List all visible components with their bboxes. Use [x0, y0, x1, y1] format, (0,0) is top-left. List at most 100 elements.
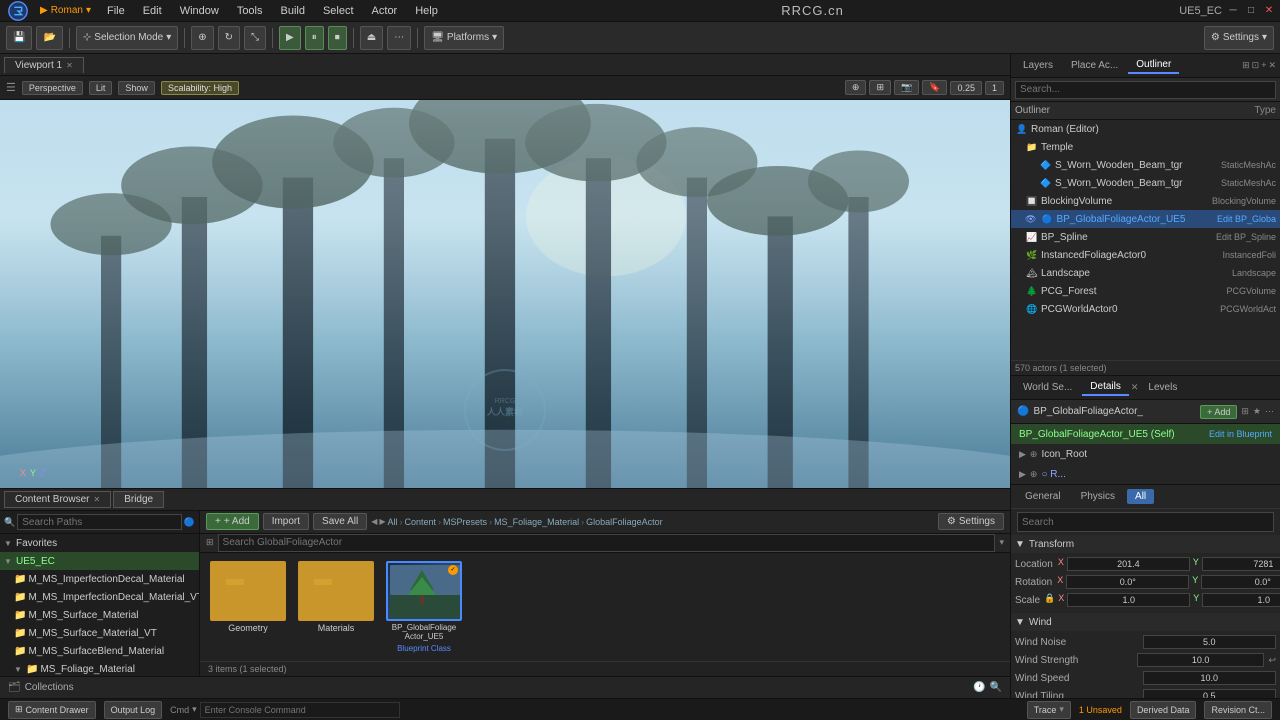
minimize-button[interactable]: ─: [1226, 4, 1240, 18]
platforms-button[interactable]: 🖥 Platforms ▾: [424, 26, 504, 50]
filter-icon[interactable]: 🔵: [184, 517, 195, 528]
place-actors-tab[interactable]: Place Ac...: [1063, 58, 1126, 73]
add-content-button[interactable]: + + Add: [206, 513, 259, 530]
import-button[interactable]: Import: [263, 513, 309, 530]
menu-select[interactable]: Select: [315, 3, 362, 19]
options-icon[interactable]: ⋯: [1265, 406, 1274, 417]
collections-search[interactable]: 🔍: [990, 682, 1002, 693]
panel-icon-2[interactable]: ⊡: [1252, 60, 1260, 71]
collections-clock[interactable]: 🕐: [973, 682, 985, 693]
menu-edit[interactable]: Edit: [135, 3, 170, 19]
outliner-foliage[interactable]: 🌿 InstancedFoliageActor0 InstancedFoli: [1011, 246, 1280, 264]
settings-main-button[interactable]: ⚙ Settings ▾: [1204, 26, 1274, 50]
favorites-item[interactable]: ▼ Favorites: [0, 534, 199, 552]
wind-strength-input[interactable]: [1137, 653, 1265, 667]
selection-mode-button[interactable]: ⊹ Selection Mode ▾: [76, 26, 178, 50]
pause-button[interactable]: ⏸: [305, 26, 324, 50]
output-log-button[interactable]: Output Log: [104, 701, 163, 719]
sidebar-item-4[interactable]: 📁 M_MS_SurfaceBlend_Material: [0, 642, 199, 660]
snap-grid[interactable]: ⊞: [869, 80, 891, 95]
stop-button[interactable]: ⏹: [328, 26, 347, 50]
scale-y-input[interactable]: [1202, 593, 1280, 607]
detail-search-input[interactable]: [1017, 512, 1274, 532]
close-cb-tab[interactable]: ✕: [93, 495, 100, 504]
revision-button[interactable]: Revision Ct...: [1204, 701, 1272, 719]
lit-button[interactable]: Lit: [89, 81, 113, 95]
outliner-search[interactable]: [1015, 81, 1276, 99]
add-component-button[interactable]: + Add: [1200, 405, 1237, 419]
outliner-landscape[interactable]: 🏔 Landscape Landscape: [1011, 264, 1280, 282]
outliner-pcg-world[interactable]: 🌐 PCGWorldActor0 PCGWorldAct: [1011, 300, 1280, 318]
play-button[interactable]: ▶: [279, 26, 301, 50]
nav-fwd[interactable]: ▶: [379, 517, 385, 526]
visible-icon[interactable]: 👁: [1025, 214, 1036, 225]
wind-speed-input[interactable]: [1143, 671, 1277, 685]
bridge-tab[interactable]: Bridge: [113, 491, 164, 508]
nav-back[interactable]: ◀: [371, 517, 377, 526]
viewport-num[interactable]: 1: [985, 81, 1004, 95]
menu-help[interactable]: Help: [407, 3, 446, 19]
ue5-ec-item[interactable]: ▼ UE5_EC: [0, 552, 199, 570]
breadcrumb-actor[interactable]: GlobalFoliageActor: [586, 517, 663, 527]
location-x-input[interactable]: [1067, 557, 1190, 571]
sidebar-item-3[interactable]: 📁 M_MS_Surface_Material_VT: [0, 624, 199, 642]
settings-button[interactable]: ⋯: [387, 26, 411, 50]
details-tab[interactable]: Details: [1082, 379, 1129, 396]
ms-foliage-item[interactable]: ▼ 📁 MS_Foliage_Material: [0, 660, 199, 676]
close-button[interactable]: ✕: [1262, 4, 1276, 18]
sidebar-item-1[interactable]: 📁 M_MS_ImperfectionDecal_Material_VT: [0, 588, 199, 606]
transform-button[interactable]: ⊕: [191, 26, 213, 50]
content-drawer-button[interactable]: ⊞ Content Drawer: [8, 701, 96, 719]
outliner-blocking[interactable]: 🔲 BlockingVolume BlockingVolume: [1011, 192, 1280, 210]
outliner-beam-2[interactable]: 🔷 S_Worn_Wooden_Beam_tgr StaticMeshAc: [1011, 174, 1280, 192]
layers-tab[interactable]: Layers: [1015, 58, 1061, 73]
rotation-x-input[interactable]: [1066, 575, 1189, 589]
edit-blueprint-link[interactable]: Edit in Blueprint: [1209, 429, 1272, 439]
wind-noise-input[interactable]: [1143, 635, 1277, 649]
sidebar-search-input[interactable]: [17, 514, 182, 530]
breadcrumb-material[interactable]: MS_Foliage_Material: [494, 517, 579, 527]
lock-icon[interactable]: 🔒: [1044, 593, 1055, 607]
save-button[interactable]: 💾: [6, 26, 32, 50]
breadcrumb-mspresets[interactable]: MSPresets: [443, 517, 487, 527]
wind-tiling-input[interactable]: [1143, 689, 1277, 698]
bookmark[interactable]: 🔖: [922, 80, 947, 95]
outliner-bp-global[interactable]: 👁 🔵 BP_GlobalFoliageActor_UE5 Edit BP_Gl…: [1011, 210, 1280, 228]
menu-window[interactable]: Window: [172, 3, 227, 19]
transform-header[interactable]: ▼ Transform: [1011, 535, 1280, 553]
viewport-3d[interactable]: RRCG 人人素材 X Y Z: [0, 100, 1010, 488]
outliner-tab[interactable]: Outliner: [1128, 57, 1179, 74]
general-tab[interactable]: General: [1017, 489, 1069, 504]
close-details[interactable]: ✕: [1131, 382, 1139, 393]
show-button[interactable]: Show: [118, 81, 155, 95]
console-input[interactable]: [200, 702, 400, 718]
menu-file[interactable]: File: [99, 3, 133, 19]
menu-build[interactable]: Build: [273, 3, 313, 19]
breadcrumb-all[interactable]: All: [388, 517, 398, 527]
outliner-beam-1[interactable]: 🔷 S_Worn_Wooden_Beam_tgr StaticMeshAc: [1011, 156, 1280, 174]
camera-speed[interactable]: 📷: [894, 80, 919, 95]
view-mode-icon[interactable]: ⊞: [1241, 406, 1249, 417]
cb-search-input[interactable]: [218, 534, 996, 552]
viewport-fov[interactable]: 0.25: [950, 81, 982, 95]
sidebar-item-2[interactable]: 📁 M_MS_Surface_Material: [0, 606, 199, 624]
derived-data-button[interactable]: Derived Data: [1130, 701, 1197, 719]
wind-header[interactable]: ▼ Wind: [1011, 613, 1280, 631]
outliner-bp-spline[interactable]: 📈 BP_Spline Edit BP_Spline: [1011, 228, 1280, 246]
menu-tools[interactable]: Tools: [229, 3, 271, 19]
all-tab[interactable]: All: [1127, 489, 1154, 504]
settings-cb-button[interactable]: ⚙ Settings: [938, 513, 1004, 530]
star-icon[interactable]: ★: [1253, 406, 1261, 417]
self-reference[interactable]: BP_GlobalFoliageActor_UE5 (Self) Edit in…: [1011, 424, 1280, 444]
rotation-y-input[interactable]: [1201, 575, 1280, 589]
breadcrumb-content[interactable]: Content: [405, 517, 437, 527]
panel-icon-3[interactable]: +: [1261, 60, 1266, 71]
content-browser-tab[interactable]: Content Browser ✕: [4, 491, 111, 508]
rotate-button[interactable]: ↻: [218, 26, 240, 50]
save-all-button[interactable]: Save All: [313, 513, 367, 530]
asset-geometry[interactable]: Geometry: [208, 561, 288, 653]
viewport-tab-1[interactable]: Viewport 1 ✕: [4, 57, 84, 73]
menu-actor[interactable]: Actor: [364, 3, 406, 19]
open-button[interactable]: 📂: [36, 26, 62, 50]
levels-tab[interactable]: Levels: [1140, 380, 1185, 395]
